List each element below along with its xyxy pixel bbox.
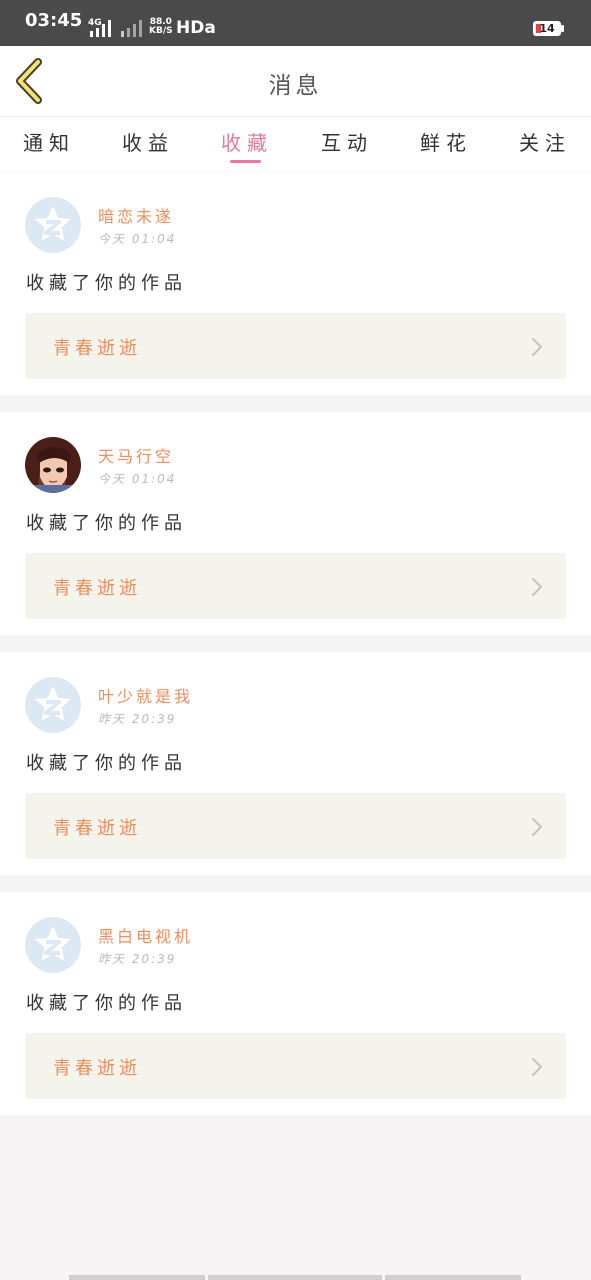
username[interactable]: 暗恋未遂 (98, 203, 174, 227)
tab-earnings[interactable]: 收益 (113, 127, 183, 156)
work-link[interactable]: 青春逝逝 (25, 553, 566, 619)
tab-bar: 通知 收益 收藏 互动 鲜花 关注 (0, 117, 591, 171)
network-speed-unit: KB/S (149, 26, 173, 36)
tab-flowers[interactable]: 鲜花 (411, 127, 481, 156)
signal-strength-icon (88, 19, 114, 37)
work-link[interactable]: 青春逝逝 (25, 793, 566, 859)
timestamp: 今天 01:04 (98, 232, 177, 246)
timestamp: 昨天 20:39 (98, 952, 177, 966)
username[interactable]: 叶少就是我 (98, 683, 193, 707)
notification-card: 暗恋未遂 今天 01:04 收藏了你的作品 青春逝逝 (0, 172, 591, 395)
app-header: 消息 (0, 46, 591, 117)
chevron-right-icon (532, 818, 542, 836)
page-title: 消息 (268, 73, 323, 99)
network-speed: 88.0 KB/S (149, 18, 173, 36)
battery-tip (561, 25, 564, 32)
nav-bar-segment[interactable] (69, 1275, 205, 1280)
qq-default-avatar-icon[interactable] (25, 197, 81, 253)
active-tab-indicator (230, 160, 261, 163)
username[interactable]: 天马行空 (98, 443, 174, 467)
tab-follows[interactable]: 关注 (510, 127, 580, 156)
notification-card: 天马行空 今天 01:04 收藏了你的作品 青春逝逝 (0, 412, 591, 635)
work-title: 青春逝逝 (53, 818, 141, 839)
status-time: 03:45 (25, 10, 83, 31)
notification-card: 叶少就是我 昨天 20:39 收藏了你的作品 青春逝逝 (0, 652, 591, 875)
username[interactable]: 黑白电视机 (98, 923, 193, 947)
work-link[interactable]: 青春逝逝 (25, 313, 566, 379)
qq-default-avatar-icon[interactable] (25, 917, 81, 973)
timestamp: 今天 01:04 (98, 472, 177, 486)
battery-level: 14 (539, 22, 555, 35)
work-title: 青春逝逝 (53, 338, 141, 359)
status-bar: 03:45 4G 88.0 KB/S HDa 14 (0, 0, 591, 46)
action-text: 收藏了你的作品 (26, 513, 187, 534)
chevron-right-icon (532, 578, 542, 596)
tab-interactions[interactable]: 互动 (312, 127, 382, 156)
battery-icon: 14 (533, 21, 561, 36)
tab-favorites[interactable]: 收藏 (212, 127, 282, 156)
nav-bar-segment[interactable] (208, 1275, 382, 1280)
notification-card: 黑白电视机 昨天 20:39 收藏了你的作品 青春逝逝 (0, 892, 591, 1115)
hd-indicator: HDa (176, 18, 216, 38)
timestamp: 昨天 20:39 (98, 712, 177, 726)
nav-bar-segment[interactable] (385, 1275, 521, 1280)
work-link[interactable]: 青春逝逝 (25, 1033, 566, 1099)
chevron-right-icon (532, 338, 542, 356)
work-title: 青春逝逝 (53, 1058, 141, 1079)
signal-strength-secondary-icon (119, 19, 145, 37)
work-title: 青春逝逝 (53, 578, 141, 599)
tab-notifications[interactable]: 通知 (14, 127, 84, 156)
qq-default-avatar-icon[interactable] (25, 677, 81, 733)
action-text: 收藏了你的作品 (26, 273, 187, 294)
action-text: 收藏了你的作品 (26, 753, 187, 774)
chevron-right-icon (532, 1058, 542, 1076)
action-text: 收藏了你的作品 (26, 993, 187, 1014)
anime-character-avatar-icon[interactable] (25, 437, 81, 493)
